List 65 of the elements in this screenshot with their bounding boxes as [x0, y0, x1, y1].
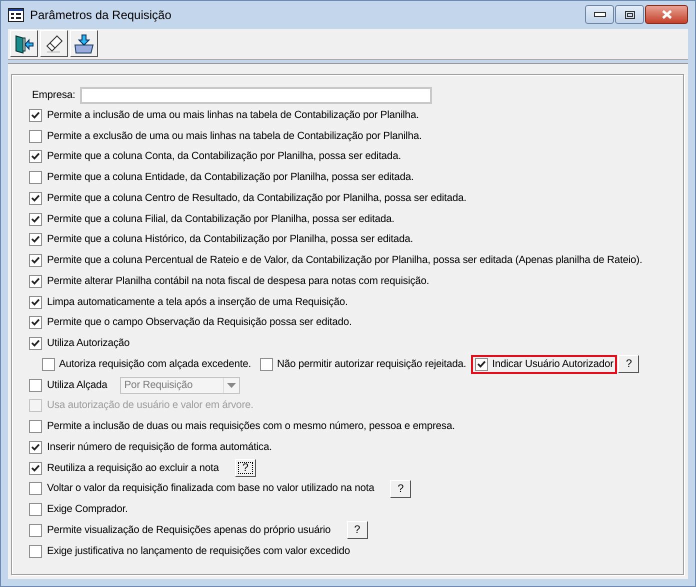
checkbox[interactable]	[29, 233, 42, 246]
close-button[interactable]	[645, 5, 688, 24]
checkbox[interactable]	[42, 358, 55, 371]
option-label: Limpa automaticamente a tela após a inserção de uma Requisição.	[47, 296, 348, 308]
checkbox[interactable]	[29, 296, 42, 309]
checkbox[interactable]	[29, 544, 42, 558]
checkbox[interactable]	[29, 524, 42, 537]
minimize-button[interactable]	[585, 5, 614, 24]
caret-icon	[227, 382, 236, 388]
option-label: Permite que o campo Observação da Requisição possa ser editado.	[47, 317, 352, 328]
exit-button[interactable]	[10, 30, 38, 57]
option-label: Permite que a coluna Centro de Resultado, da Contabilização por Planilha, possa ser editada.	[47, 192, 466, 204]
option-label: Permite visualização de Requisições apenas do próprio usuário	[47, 524, 331, 536]
option-label: Voltar o valor da requisição finalizada com base no valor utilizado na nota	[47, 483, 374, 494]
checkbox[interactable]	[29, 482, 42, 496]
save-to-folder-button[interactable]	[70, 30, 98, 57]
help-button[interactable]: ?	[234, 459, 256, 478]
option-label: Usa autorização de usuário e valor em árvore.	[47, 400, 254, 412]
option-label: Reutiliza a requisição ao excluir a nota	[47, 462, 219, 474]
option-label: Autoriza requisição com alçada excedente.	[59, 358, 251, 370]
close-icon	[660, 10, 672, 19]
eraser-button[interactable]	[40, 30, 68, 57]
checkbox[interactable]	[29, 108, 42, 122]
field-label: Empresa:	[32, 90, 76, 100]
option-label: Exige justificativa no lançamento de requisições com valor excedido	[47, 546, 350, 557]
checkbox[interactable]	[29, 420, 42, 434]
checkbox[interactable]	[29, 192, 42, 205]
checkbox[interactable]	[260, 358, 273, 371]
help-button[interactable]: ?	[346, 521, 368, 540]
option-label: Permite a inclusão de uma ou mais linhas na tabela de Contabilização por Planilha.	[47, 110, 419, 121]
checkbox[interactable]	[29, 503, 42, 516]
option-label: Permite que a coluna Entidade, da Contabilização por Planilha, possa ser editada.	[47, 172, 414, 184]
help-button[interactable]: ?	[390, 480, 412, 498]
option-label: Inserir número de requisição de forma automática.	[47, 442, 272, 453]
checkbox[interactable]	[29, 337, 42, 350]
option-label: Indicar Usuário Autorizador	[492, 358, 614, 370]
form-icon	[8, 7, 24, 23]
option-label: Permite que a coluna Conta, da Contabilização por Planilha, possa ser editada.	[47, 151, 401, 162]
option-label: Permite que a coluna Percentual de Rateio e de Valor, da Contabilização por Planilha, possa ser editada (Apenas planilha de Rateio).	[47, 255, 642, 266]
checkbox[interactable]	[29, 462, 42, 475]
option-label: Permite a inclusão de duas ou mais requisições com o mesmo número, pessoa e empresa.	[47, 421, 455, 432]
option-label: Permite que a coluna Filial, da Contabilização por Planilha, possa ser editada.	[47, 214, 394, 225]
empresa-field[interactable]	[80, 86, 432, 104]
checkbox[interactable]	[29, 150, 42, 164]
option-label: Utiliza Autorização	[47, 338, 130, 350]
maximize-button[interactable]	[615, 5, 644, 24]
checkbox[interactable]	[29, 130, 42, 143]
option-label: Permite a exclusão de uma ou mais linhas na tabela de Contabilização por Planilha.	[47, 130, 422, 142]
checkbox[interactable]	[29, 440, 42, 454]
option-label: Permite que a coluna Histórico, da Contabilização por Planilha, possa ser editada.	[47, 234, 414, 246]
checkbox[interactable]	[29, 378, 42, 392]
checkbox[interactable]	[29, 171, 42, 184]
checkbox[interactable]	[29, 254, 42, 268]
option-label: Exige Comprador.	[47, 504, 128, 516]
help-button[interactable]: ?	[618, 355, 640, 374]
option-label: Não permitir autorizar requisição rejeitada.	[276, 358, 466, 370]
checkbox[interactable]	[29, 212, 42, 226]
checkbox[interactable]	[29, 274, 42, 288]
option-label: Utiliza Alçada	[47, 380, 108, 391]
checkbox[interactable]	[475, 358, 488, 371]
checkbox[interactable]	[29, 316, 42, 330]
window-title: Parâmetros da Requisição	[30, 8, 172, 22]
option-label: Permite alterar Planilha contábil na nota fiscal de despesa para notas com requisição.	[47, 276, 430, 287]
maximize-icon	[624, 10, 634, 18]
minimize-icon	[594, 12, 606, 17]
